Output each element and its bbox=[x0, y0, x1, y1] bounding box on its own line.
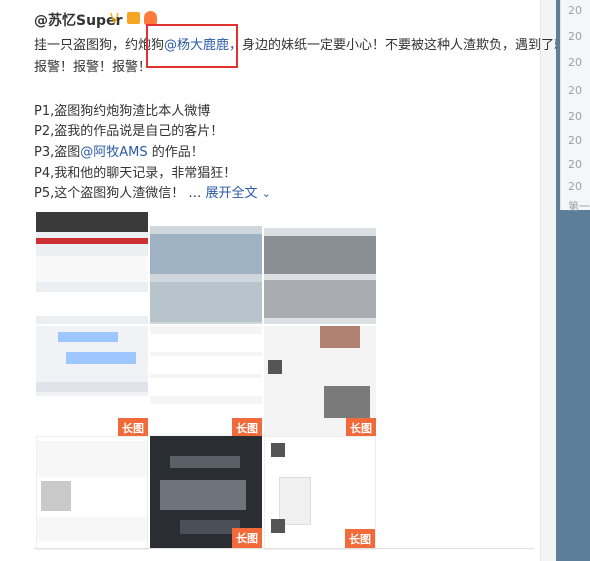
long-image-tag: 长图 bbox=[118, 418, 148, 438]
verified-v-icon: V bbox=[110, 12, 119, 27]
timeline-year-item[interactable]: 20 bbox=[568, 134, 582, 147]
timeline-more-item[interactable]: 第一 bbox=[568, 198, 590, 214]
post-p2: P2,盗我的作品说是自己的客片！ bbox=[34, 124, 224, 139]
post-image-8[interactable]: 长图 bbox=[150, 436, 262, 548]
post-image-5[interactable]: 长图 bbox=[150, 326, 262, 438]
post-p5: P5,这个盗图狗人渣微信！ … 展开全文 ⌄ bbox=[34, 184, 271, 204]
long-image-tag: 长图 bbox=[232, 418, 262, 438]
post-text: P3,盗图 bbox=[34, 145, 81, 160]
member-badge-icon bbox=[127, 12, 140, 24]
post-text-line-2: 报警！报警！报警！ bbox=[34, 60, 152, 75]
post-text: P5,这个盗图狗人渣微信！ … bbox=[34, 186, 206, 201]
post-image-7[interactable] bbox=[36, 436, 148, 550]
timeline-year-item[interactable]: 20 bbox=[568, 158, 582, 171]
timeline-year-item[interactable]: 20 bbox=[568, 4, 582, 17]
post-text: 身边的妹纸一定要小心！不要被这种人渣欺负，遇到了就 bbox=[242, 38, 568, 53]
expand-full-text-link[interactable]: 展开全文 bbox=[206, 186, 258, 201]
divider bbox=[34, 548, 534, 549]
long-image-tag: 长图 bbox=[346, 418, 376, 438]
timeline-year-item[interactable]: 20 bbox=[568, 56, 582, 69]
weibo-post-card: @苏忆Super V 挂一只盗图狗，约炮狗@杨大鹿鹿，身边的妹纸一定要小心！不要… bbox=[0, 0, 567, 561]
post-p4: P4,我和他的聊天记录，非常猖狂！ bbox=[34, 166, 237, 181]
fire-badge-icon bbox=[144, 11, 157, 25]
post-text: 的作品！ bbox=[147, 145, 204, 160]
post-image-6[interactable]: 长图 bbox=[264, 326, 376, 438]
timeline-year-item[interactable]: 20 bbox=[568, 180, 582, 193]
right-sidebar: 20 20 20 20 20 20 20 20 第一 bbox=[556, 0, 590, 561]
post-image-1[interactable] bbox=[36, 212, 148, 324]
highlight-annotation-box bbox=[146, 24, 238, 68]
timeline-year-item[interactable]: 20 bbox=[568, 110, 582, 123]
post-text-line-1: 挂一只盗图狗，约炮狗@杨大鹿鹿，身边的妹纸一定要小心！不要被这种人渣欺负，遇到了… bbox=[34, 36, 567, 56]
page-background: @苏忆Super V 挂一只盗图狗，约炮狗@杨大鹿鹿，身边的妹纸一定要小心！不要… bbox=[0, 0, 590, 561]
post-p3: P3,盗图@阿牧AMS 的作品！ bbox=[34, 143, 204, 163]
post-text: 挂一只盗图狗，约炮狗 bbox=[34, 38, 165, 53]
chevron-down-icon[interactable]: ⌄ bbox=[262, 187, 271, 200]
timeline-year-item[interactable]: 20 bbox=[568, 84, 582, 97]
post-image-9[interactable]: 长图 bbox=[264, 436, 376, 550]
long-image-tag: 长图 bbox=[232, 528, 262, 548]
long-image-tag: 长图 bbox=[345, 529, 375, 549]
timeline-year-item[interactable]: 20 bbox=[568, 30, 582, 43]
post-image-4[interactable]: 长图 bbox=[36, 326, 148, 438]
post-image-2[interactable] bbox=[150, 212, 262, 324]
post-p1: P1,盗图狗约炮狗渣比本人微博 bbox=[34, 104, 211, 119]
post-image-3[interactable] bbox=[264, 212, 376, 324]
mention-link-amu[interactable]: @阿牧AMS bbox=[80, 145, 147, 160]
